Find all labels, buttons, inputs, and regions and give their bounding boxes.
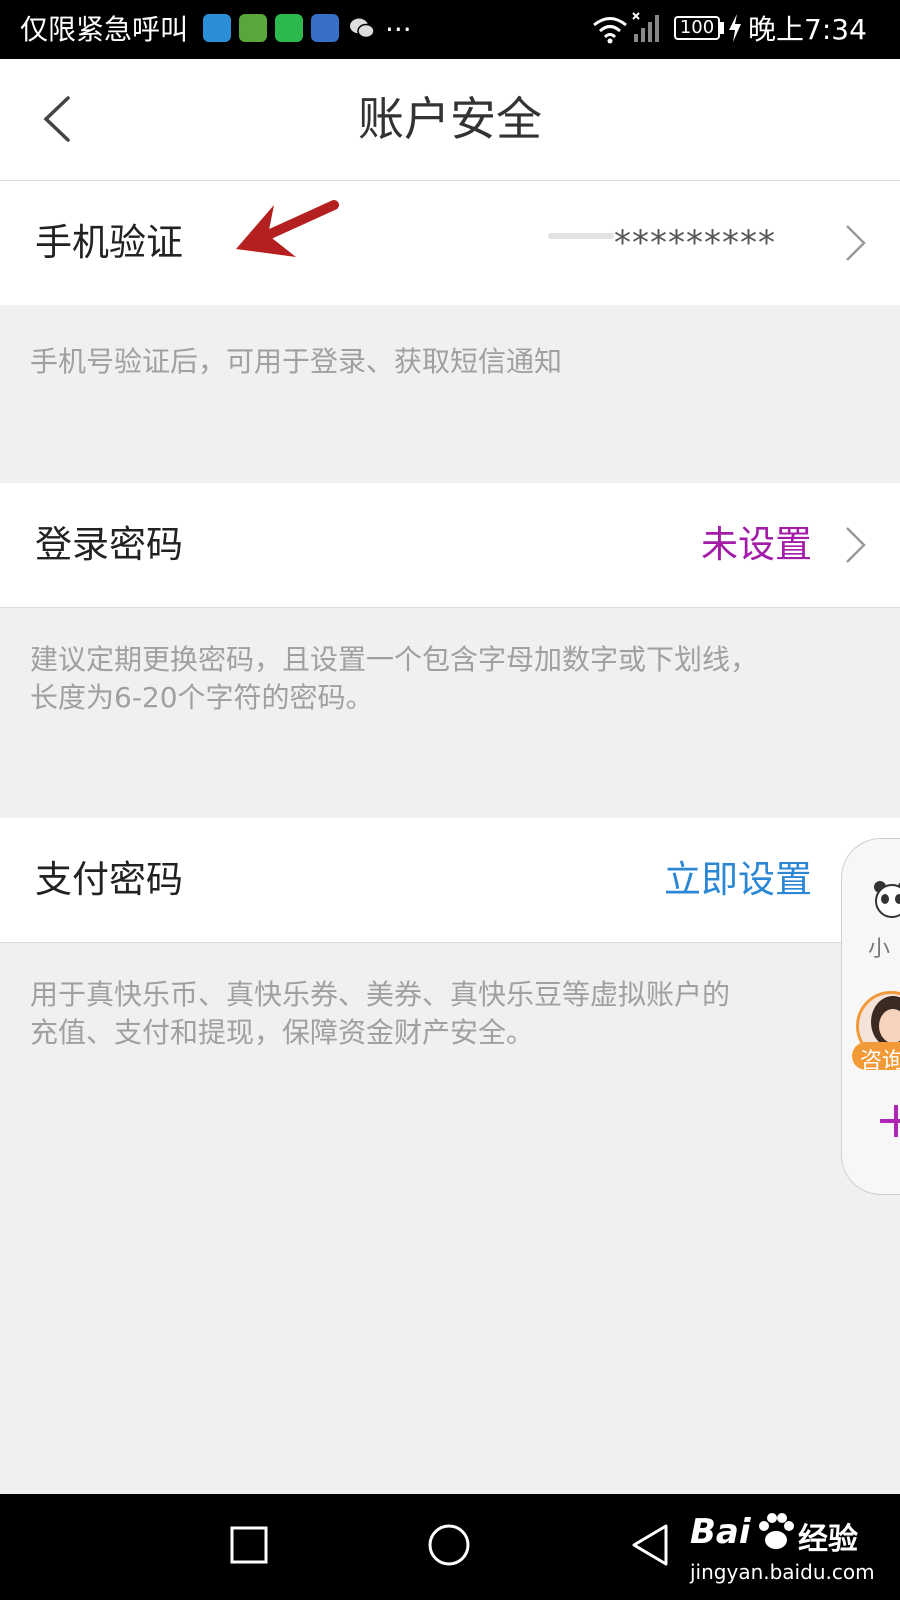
clock: 晚上7:34: [748, 13, 867, 46]
shield-app-icon: [203, 14, 231, 42]
back-nav-icon[interactable]: [628, 1522, 672, 1568]
chevron-right-icon: [846, 225, 866, 261]
login-password-status: 未设置: [701, 523, 812, 566]
wifi-icon: [593, 17, 627, 44]
charging-icon: [729, 14, 741, 42]
pay-password-label: 支付密码: [35, 858, 183, 901]
plus-icon[interactable]: [876, 1101, 900, 1141]
watermark-brand-cn: 经验: [798, 1522, 858, 1557]
phone-verification-desc: 手机号验证后，可用于登录、获取短信通知: [30, 345, 563, 378]
pay-password-desc-line2: 充值、支付和提现，保障资金财产安全。: [30, 1016, 535, 1049]
recent-apps-icon[interactable]: [228, 1524, 272, 1568]
login-password-desc-line2: 长度为6-20个字符的密码。: [30, 681, 374, 714]
wechat-icon: [348, 14, 376, 42]
navigation-bar: Bai 经验 jingyan.baidu.com: [0, 1494, 900, 1600]
floating-assistant-panel[interactable]: 小 咨询: [841, 838, 900, 1195]
watermark-url: jingyan.baidu.com: [690, 1560, 875, 1584]
red-arrow-annotation: [236, 200, 339, 257]
divider: [0, 942, 900, 943]
phone-verification-row[interactable]: 手机验证 *********: [0, 181, 900, 305]
consult-label: 咨询: [860, 1049, 900, 1074]
page-title: 账户安全: [358, 92, 542, 146]
chevron-right-icon: [846, 527, 866, 563]
battery-icon: 100: [674, 16, 720, 40]
page-header: 账户安全: [0, 59, 900, 181]
login-password-desc-line1: 建议定期更换密码，且设置一个包含字母加数字或下划线，: [30, 643, 759, 676]
status-bar: 仅限紧急呼叫 ··· 100 晚上7:34: [0, 0, 900, 59]
baidu-jingyan-watermark: Bai 经验 jingyan.baidu.com: [690, 1512, 890, 1592]
login-password-row[interactable]: 登录密码 未设置: [0, 483, 900, 607]
phone-number-masked: *********: [548, 181, 798, 305]
pay-password-action[interactable]: 立即设置: [664, 818, 812, 942]
pay-password-row[interactable]: 支付密码 立即设置: [0, 818, 900, 942]
home-icon[interactable]: [426, 1522, 472, 1568]
signal-icon: [632, 12, 659, 42]
phone-verification-label: 手机验证: [35, 221, 183, 264]
carrier-text: 仅限紧急呼叫: [20, 13, 189, 46]
chart-app-icon: [311, 14, 339, 42]
phone-number-value: *********: [614, 223, 776, 263]
pay-password-desc-line1: 用于真快乐币、真快乐券、美券、真快乐豆等虚拟账户的: [30, 978, 731, 1011]
login-password-label: 登录密码: [35, 523, 183, 566]
divider: [0, 607, 900, 608]
more-notifications: ···: [385, 13, 412, 46]
paw-logo-icon: [759, 1513, 794, 1549]
phone-mask-blur: [548, 233, 614, 239]
battery-level: 100: [679, 17, 715, 38]
book-app-icon: [275, 14, 303, 42]
assistant-label: 小: [868, 937, 891, 962]
panda-mascot-icon[interactable]: [872, 879, 900, 919]
watermark-brand: Bai: [690, 1512, 751, 1552]
battery-tip: [720, 22, 724, 34]
green-app-icon: [239, 14, 267, 42]
